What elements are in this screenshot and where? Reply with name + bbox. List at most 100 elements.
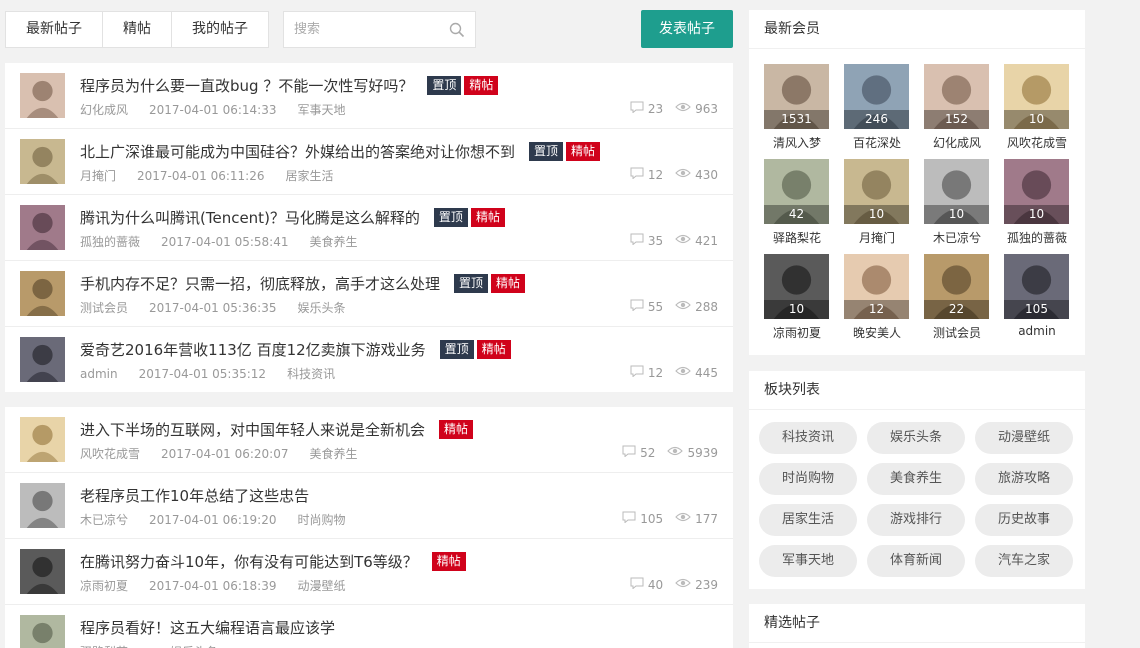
post-author[interactable]: 测试会员 [80, 301, 128, 315]
author-avatar[interactable] [20, 205, 65, 250]
post-category[interactable]: 美食养生 [309, 235, 357, 249]
post-category[interactable]: 动漫壁纸 [297, 579, 345, 593]
member-avatar[interactable]: 10 [1004, 64, 1069, 129]
member-name[interactable]: 百花深处 [844, 134, 910, 151]
member-name[interactable]: admin [1004, 324, 1070, 338]
member-avatar[interactable]: 246 [844, 64, 909, 129]
post-title-link[interactable]: 程序员看好！这五大编程语言最应该学 [80, 617, 335, 638]
member-avatar[interactable]: 1531 [764, 64, 829, 129]
member-name[interactable]: 木已凉兮 [924, 229, 990, 246]
board-link[interactable]: 体育新闻 [867, 545, 965, 577]
member-name[interactable]: 孤独的蔷薇 [1004, 229, 1070, 246]
post-title-link[interactable]: 腾讯为什么叫腾讯(Tencent)？马化腾是这么解释的 [80, 207, 420, 228]
member-avatar[interactable]: 10 [764, 254, 829, 319]
member-name[interactable]: 风吹花成雪 [1004, 134, 1070, 151]
member-name[interactable]: 驿路梨花 [764, 229, 830, 246]
member-card[interactable]: 10 木已凉兮 [924, 159, 990, 246]
board-list-title: 板块列表 [749, 371, 1085, 410]
member-card[interactable]: 246 百花深处 [844, 64, 910, 151]
author-avatar[interactable] [20, 139, 65, 184]
author-avatar[interactable] [20, 337, 65, 382]
view-icon [675, 233, 695, 248]
board-link[interactable]: 军事天地 [759, 545, 857, 577]
member-name[interactable]: 幻化成风 [924, 134, 990, 151]
view-count: 288 [695, 299, 718, 314]
post-title-link[interactable]: 北上广深谁最可能成为中国硅谷？外媒给出的答案绝对让你想不到 [80, 141, 515, 162]
member-name[interactable]: 测试会员 [924, 324, 990, 341]
board-link[interactable]: 娱乐头条 [867, 422, 965, 454]
post-category[interactable]: 娱乐头条 [297, 301, 345, 315]
search-input[interactable] [284, 12, 444, 47]
board-link[interactable]: 美食养生 [867, 463, 965, 495]
post-title-link[interactable]: 爱奇艺2016年营收113亿 百度12亿卖旗下游戏业务 [80, 339, 426, 360]
post-author[interactable]: 凉雨初夏 [80, 579, 128, 593]
post-title-link[interactable]: 在腾讯努力奋斗10年，你有没有可能达到T6等级？ [80, 551, 418, 572]
board-link[interactable]: 旅游攻略 [975, 463, 1073, 495]
post-category[interactable]: 居家生活 [285, 169, 333, 183]
member-avatar[interactable]: 10 [844, 159, 909, 224]
post-title-link[interactable]: 进入下半场的互联网，对中国年轻人来说是全新机会 [80, 419, 425, 440]
tab-elite-posts[interactable]: 精帖 [103, 12, 172, 47]
member-card[interactable]: 42 驿路梨花 [764, 159, 830, 246]
tab-my-posts[interactable]: 我的帖子 [172, 12, 268, 47]
author-avatar[interactable] [20, 417, 65, 462]
post-title-line: 进入下半场的互联网，对中国年轻人来说是全新机会 精帖 [80, 419, 474, 440]
member-avatar[interactable]: 10 [1004, 159, 1069, 224]
post-category[interactable]: 科技资讯 [287, 367, 335, 381]
post-author[interactable]: 风吹花成雪 [80, 447, 140, 461]
member-avatar[interactable]: 42 [764, 159, 829, 224]
board-link[interactable]: 科技资讯 [759, 422, 857, 454]
author-avatar[interactable] [20, 615, 65, 648]
author-avatar[interactable] [20, 483, 65, 528]
board-link[interactable]: 动漫壁纸 [975, 422, 1073, 454]
elite-badge: 精帖 [464, 76, 499, 95]
member-card[interactable]: 1531 清风入梦 [764, 64, 830, 151]
board-link[interactable]: 游戏排行 [867, 504, 965, 536]
board-link[interactable]: 历史故事 [975, 504, 1073, 536]
member-card[interactable]: 22 测试会员 [924, 254, 990, 341]
member-card[interactable]: 10 孤独的蔷薇 [1004, 159, 1070, 246]
board-link[interactable]: 居家生活 [759, 504, 857, 536]
member-post-count: 12 [844, 300, 909, 319]
member-avatar[interactable]: 12 [844, 254, 909, 319]
post-author[interactable]: 月掩门 [80, 169, 116, 183]
member-card[interactable]: 12 晚安美人 [844, 254, 910, 341]
member-avatar[interactable]: 10 [924, 159, 989, 224]
member-card[interactable]: 105 admin [1004, 254, 1070, 338]
board-link[interactable]: 汽车之家 [975, 545, 1073, 577]
post-category[interactable]: 时尚购物 [297, 513, 345, 527]
post-title-link[interactable]: 手机内存不足？只需一招，彻底释放，高手才这么处理 [80, 273, 440, 294]
member-card[interactable]: 10 风吹花成雪 [1004, 64, 1070, 151]
member-name[interactable]: 月掩门 [844, 229, 910, 246]
post-title-link[interactable]: 老程序员工作10年总结了这些忠告 [80, 485, 309, 506]
member-avatar[interactable]: 152 [924, 64, 989, 129]
post-time: 2017-04-01 06:19:20 [149, 513, 277, 527]
view-icon [675, 167, 695, 182]
member-name[interactable]: 清风入梦 [764, 134, 830, 151]
post-author[interactable]: 孤独的蔷薇 [80, 235, 140, 249]
member-name[interactable]: 凉雨初夏 [764, 324, 830, 341]
search-icon[interactable] [449, 22, 465, 38]
post-author[interactable]: 木已凉兮 [80, 513, 128, 527]
author-avatar[interactable] [20, 73, 65, 118]
post-title-link[interactable]: 程序员为什么要一直改bug ？不能一次性写好吗？ [80, 75, 413, 96]
post-meta: 幻化成风 2017-04-01 06:14:33 军事天地 [80, 101, 366, 118]
tab-latest-posts[interactable]: 最新帖子 [6, 12, 103, 47]
post-category[interactable]: 军事天地 [297, 103, 345, 117]
author-avatar[interactable] [20, 549, 65, 594]
member-avatar[interactable]: 105 [1004, 254, 1069, 319]
comment-icon [622, 511, 640, 526]
member-card[interactable]: 10 凉雨初夏 [764, 254, 830, 341]
author-avatar[interactable] [20, 271, 65, 316]
member-card[interactable]: 152 幻化成风 [924, 64, 990, 151]
post-category[interactable]: 美食养生 [309, 447, 357, 461]
member-avatar[interactable]: 22 [924, 254, 989, 319]
post-author[interactable]: 幻化成风 [80, 103, 128, 117]
board-link[interactable]: 时尚购物 [759, 463, 857, 495]
pinned-badge: 置顶 [433, 208, 468, 227]
post-meta: 驿路梨花娱乐头条 [80, 643, 239, 648]
member-name[interactable]: 晚安美人 [844, 324, 910, 341]
post-author[interactable]: admin [80, 367, 118, 381]
member-card[interactable]: 10 月掩门 [844, 159, 910, 246]
new-post-button[interactable]: 发表帖子 [641, 10, 733, 48]
